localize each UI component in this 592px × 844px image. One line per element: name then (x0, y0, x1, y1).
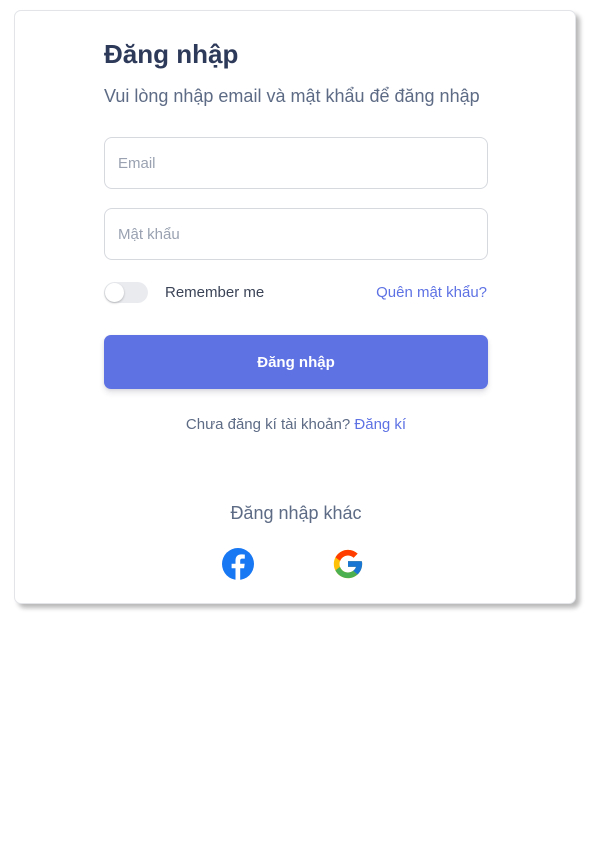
login-card: Đăng nhập Vui lòng nhập email và mật khẩ… (14, 10, 576, 604)
facebook-login-button[interactable] (221, 547, 255, 581)
forgot-password-link[interactable]: Quên mật khẩu? (376, 284, 487, 301)
google-login-button[interactable] (331, 547, 365, 581)
signup-prompt: Chưa đăng kí tài khoản? (185, 416, 351, 433)
page-subtitle: Vui lòng nhập email và mật khẩu để đăng … (104, 86, 480, 106)
toggle-knob (105, 283, 124, 302)
remember-me-label: Remember me (165, 284, 265, 301)
password-field[interactable] (104, 208, 488, 260)
remember-me-toggle[interactable] (104, 282, 148, 303)
page-title: Đăng nhập (104, 39, 239, 69)
login-button[interactable]: Đăng nhập (104, 335, 488, 389)
facebook-icon (222, 548, 254, 580)
email-field[interactable] (104, 137, 488, 189)
signup-link[interactable]: Đăng kí (354, 416, 406, 433)
google-icon (333, 549, 363, 579)
other-login-title: Đăng nhập khác (230, 503, 362, 523)
signup-row: Chưa đăng kí tài khoản? Đăng kí (15, 416, 577, 433)
